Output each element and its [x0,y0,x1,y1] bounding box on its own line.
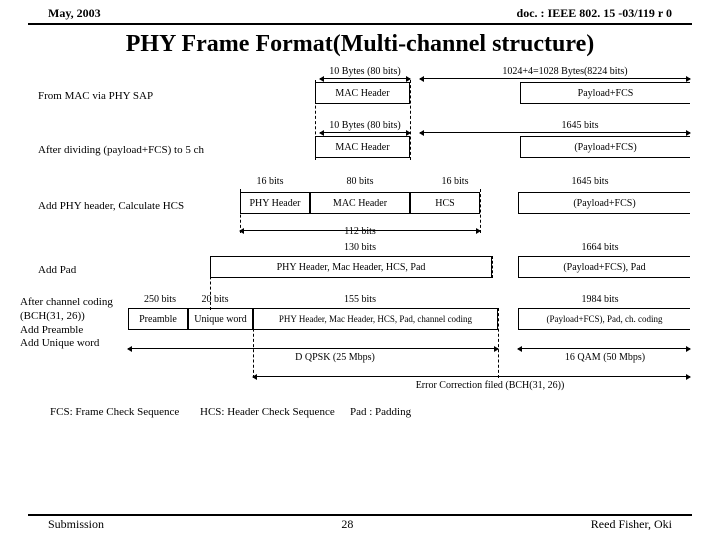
row2-seg-a: 10 Bytes (80 bits) [315,120,415,131]
row5-seg-c: 155 bits [320,294,400,305]
mod-b-arrow [518,348,690,349]
mod-a-arrow [128,348,498,349]
row3-box-mac-header: MAC Header [310,192,410,214]
row3-seg-d: 1645 bits [550,176,630,187]
row5-seg-b: 20 bits [190,294,240,305]
row4-box-header-pad: PHY Header, Mac Header, HCS, Pad [210,256,492,278]
row3-box-hcs: HCS [410,192,480,214]
dash-1 [315,80,316,160]
dash-7 [498,308,499,378]
row5-box-preamble: Preamble [128,308,188,330]
ecc-arrow [253,376,690,377]
row5-seg-a: 250 bits [130,294,190,305]
row4-label: Add Pad [38,264,76,276]
row5-seg-d: 1984 bits [560,294,640,305]
row1-seg-b: 1024+4=1028 Bytes(8224 bits) [480,66,650,77]
row4-above-arrow [240,230,480,231]
row5-box-payload-cc: (Payload+FCS), Pad, ch. coding [518,308,690,330]
diagram-stage: From MAC via PHY SAP 10 Bytes (80 bits) … [20,66,700,446]
page-title: PHY Frame Format(Multi-channel structure… [0,31,720,58]
glossary-hcs: HCS: Header Check Sequence [200,406,335,418]
row2-arrow-b [420,132,690,133]
row5-mod-b: 16 QAM (50 Mbps) [540,352,670,363]
header-date: May, 2003 [48,6,101,21]
row4-seg-a: 130 bits [320,242,400,253]
row3-box-payload: (Payload+FCS) [518,192,690,214]
footer: Submission 28 Reed Fisher, Oki [0,517,720,532]
row3-label: Add PHY header, Calculate HCS [38,200,184,212]
glossary-fcs: FCS: Frame Check Sequence [50,406,179,418]
row4-above: 112 bits [320,226,400,237]
row2-label: After dividing (payload+FCS) to 5 ch [38,144,204,156]
ecc-label: Error Correction filed (BCH(31, 26)) [390,380,590,391]
footer-page: 28 [341,517,353,532]
header-doc: doc. : IEEE 802. 15 -03/119 r 0 [517,6,672,21]
dash-6 [492,256,493,278]
header-underline [28,23,692,25]
row5-box-header-cc: PHY Header, Mac Header, HCS, Pad, channe… [253,308,498,330]
dash-5 [210,256,211,310]
row1-arrow-a [320,78,410,79]
dash-3 [240,189,241,233]
row3-box-phy-header: PHY Header [240,192,310,214]
footer-right: Reed Fisher, Oki [591,517,672,532]
row2-box-mac-header: MAC Header [315,136,410,158]
dash-8 [253,308,254,378]
row3-seg-b: 80 bits [320,176,400,187]
row2-arrow-a [320,132,410,133]
dash-2 [410,80,411,160]
footer-left: Submission [48,517,104,532]
row4-seg-b: 1664 bits [560,242,640,253]
row3-seg-c: 16 bits [425,176,485,187]
row5-mod-a: D QPSK (25 Mbps) [250,352,410,363]
row4-box-payload-pad: (Payload+FCS), Pad [518,256,690,278]
row3-seg-a: 16 bits [240,176,300,187]
row1-label: From MAC via PHY SAP [38,90,153,102]
footer-underline [28,514,692,516]
row1-arrow-b [420,78,690,79]
row5-box-unique-word: Unique word [188,308,253,330]
row1-box-mac-header: MAC Header [315,82,410,104]
row1-seg-a: 10 Bytes (80 bits) [315,66,415,77]
row2-box-payload: (Payload+FCS) [520,136,690,158]
row1-box-payload: Payload+FCS [520,82,690,104]
row2-seg-b: 1645 bits [530,120,630,131]
glossary-pad: Pad : Padding [350,406,411,418]
header: May, 2003 doc. : IEEE 802. 15 -03/119 r … [0,0,720,21]
dash-4 [480,189,481,233]
